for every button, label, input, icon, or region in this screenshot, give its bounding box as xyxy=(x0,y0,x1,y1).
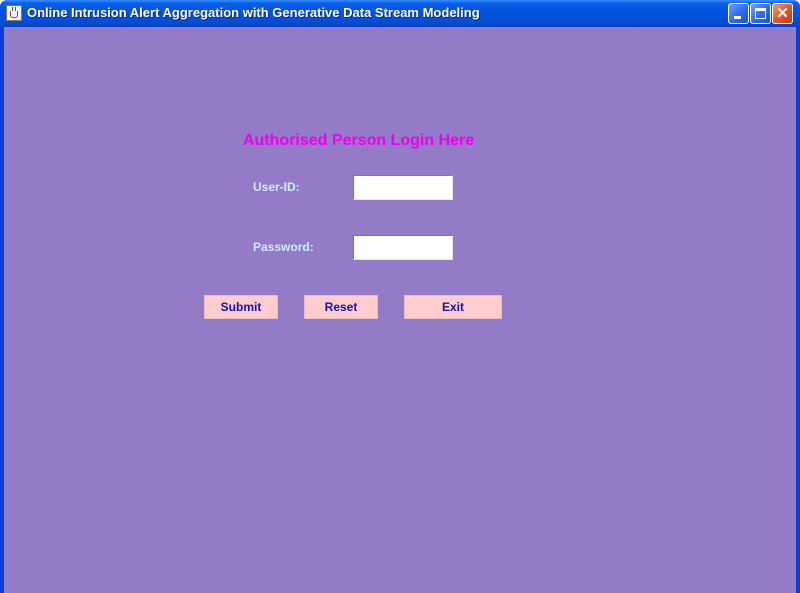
close-button[interactable]: ✕ xyxy=(772,3,793,24)
title-bar[interactable]: Online Intrusion Alert Aggregation with … xyxy=(0,0,800,27)
minimize-icon xyxy=(734,16,741,19)
page-title: Authorised Person Login Here xyxy=(243,132,475,149)
password-label: Password: xyxy=(253,240,314,254)
java-cup-icon[interactable] xyxy=(6,5,22,21)
user-id-label: User-ID: xyxy=(253,180,300,194)
maximize-icon xyxy=(755,8,766,19)
login-panel: Authorised Person Login Here User-ID: Pa… xyxy=(4,27,796,593)
maximize-button[interactable] xyxy=(750,3,771,24)
user-id-input[interactable] xyxy=(353,175,453,200)
minimize-button[interactable] xyxy=(728,3,749,24)
close-icon: ✕ xyxy=(776,5,789,22)
app-window: Online Intrusion Alert Aggregation with … xyxy=(0,0,800,593)
java-cup-shape xyxy=(10,11,18,18)
password-input[interactable] xyxy=(353,235,453,260)
exit-button[interactable]: Exit xyxy=(404,295,502,319)
submit-button[interactable]: Submit xyxy=(204,295,278,319)
window-title: Online Intrusion Alert Aggregation with … xyxy=(27,5,480,20)
reset-button[interactable]: Reset xyxy=(304,295,378,319)
